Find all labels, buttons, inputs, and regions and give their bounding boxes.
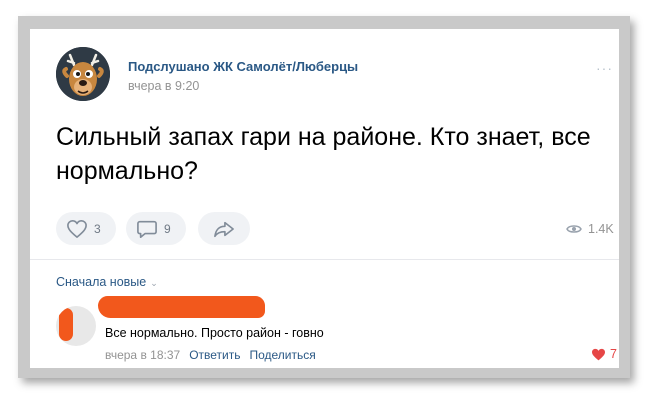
community-avatar[interactable] bbox=[56, 47, 110, 101]
comment-sort-dropdown[interactable]: Сначала новые ⌄ bbox=[56, 275, 158, 289]
sort-label: Сначала новые bbox=[56, 275, 147, 289]
eye-icon bbox=[566, 225, 582, 233]
comment-like-count: 7 bbox=[610, 347, 617, 361]
post-time[interactable]: вчера в 9:20 bbox=[128, 79, 199, 93]
comment-meta: вчера в 18:37 Ответить Поделиться bbox=[105, 348, 316, 362]
post-text: Сильный запах гари на районе. Кто знает,… bbox=[56, 123, 591, 185]
comment-time[interactable]: вчера в 18:37 bbox=[105, 348, 180, 362]
comment-button[interactable]: 9 bbox=[126, 212, 186, 245]
comment-like-button[interactable]: 7 bbox=[591, 347, 617, 361]
views-count: 1.4K bbox=[588, 222, 614, 236]
comment-text: Все нормально. Просто район - говно bbox=[105, 326, 324, 340]
views-counter: 1.4K bbox=[566, 222, 614, 236]
share-link[interactable]: Поделиться bbox=[249, 348, 315, 362]
share-arrow-icon bbox=[214, 221, 234, 237]
commenter-avatar[interactable] bbox=[56, 306, 96, 346]
share-button[interactable] bbox=[198, 212, 250, 245]
deer-logo-icon bbox=[56, 47, 110, 101]
more-options-icon[interactable]: ··· bbox=[596, 60, 613, 76]
chevron-down-icon: ⌄ bbox=[150, 278, 158, 288]
heart-outline-icon bbox=[67, 219, 87, 238]
like-count: 3 bbox=[94, 221, 101, 236]
community-name-link[interactable]: Подслушано ЖК Самолёт/Люберцы bbox=[128, 59, 358, 74]
avatar-redaction bbox=[59, 308, 73, 341]
comment-bubble-icon bbox=[137, 220, 157, 238]
reply-link[interactable]: Ответить bbox=[189, 348, 240, 362]
like-button[interactable]: 3 bbox=[56, 212, 116, 245]
heart-filled-icon bbox=[592, 348, 605, 360]
comment-count: 9 bbox=[164, 221, 171, 236]
divider bbox=[30, 259, 619, 260]
commenter-name-redaction bbox=[98, 296, 265, 318]
post-card: Подслушано ЖК Самолёт/Люберцы вчера в 9:… bbox=[30, 29, 619, 368]
